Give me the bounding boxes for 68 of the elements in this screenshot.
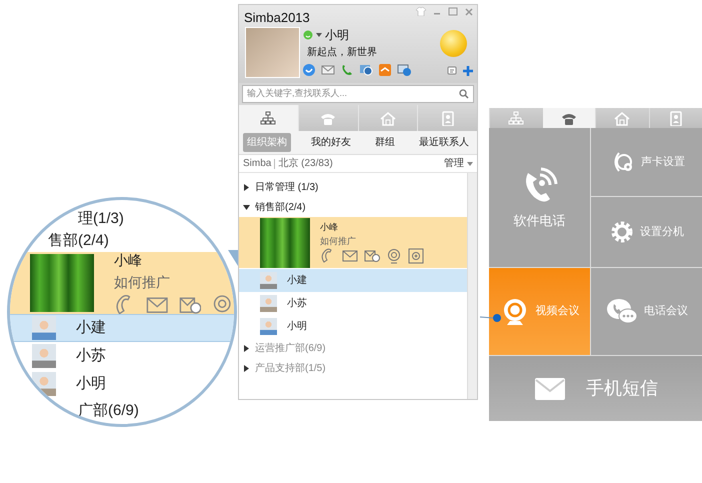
search-icon	[459, 89, 469, 99]
smiley-icon	[303, 30, 313, 40]
person-avatar-icon	[32, 372, 56, 396]
contact-card[interactable]: 小峰 如何推广	[10, 252, 234, 314]
pointer-icon	[228, 250, 238, 266]
expanded-caret-icon[interactable]	[243, 204, 250, 210]
tree-group[interactable]: 广部(6/9)	[78, 400, 139, 422]
contact-name: 小峰	[114, 250, 142, 270]
connector-line	[480, 316, 494, 318]
company-name: Simba	[243, 157, 272, 171]
search-placeholder: 输入关键字,查找联系人...	[247, 87, 348, 100]
envelope-icon[interactable]	[321, 63, 335, 77]
sub-tab[interactable]: 最近联系人	[415, 133, 473, 152]
caret-icon	[467, 162, 473, 166]
maximize-icon[interactable]	[448, 7, 458, 16]
location-count: 北京 (23/83)	[278, 156, 333, 171]
user-name: 小明	[325, 27, 349, 44]
connector-dot	[493, 314, 501, 322]
plus-icon[interactable]	[463, 66, 473, 76]
sub-tab[interactable]: 我的好友	[307, 133, 355, 152]
scrollbar[interactable]	[467, 173, 477, 399]
contact-name: 小峰	[320, 221, 339, 234]
tab[interactable]	[239, 105, 298, 131]
tree-group[interactable]: 理(1/3)	[78, 208, 124, 230]
tree-group[interactable]: 销售部(2/4)	[239, 197, 467, 217]
tree-group[interactable]: 运营推广部(6/9)	[239, 338, 467, 358]
photo-placeholder	[30, 254, 94, 312]
person-avatar-icon	[32, 316, 56, 340]
envelope-icon	[342, 248, 358, 264]
caret-icon[interactable]	[316, 33, 322, 37]
contact-status: 如何推广	[114, 272, 170, 292]
app-icon[interactable]	[378, 63, 392, 77]
person-avatar-icon	[32, 344, 56, 368]
contact-card[interactable]: 小峰 如何推广	[239, 217, 467, 269]
signature-text[interactable]: 新起点，新世界	[307, 45, 377, 60]
person-avatar-icon	[260, 295, 277, 312]
contact-row[interactable]: 小建	[239, 269, 467, 292]
tree-group[interactable]: 售部(2/4)	[48, 230, 109, 252]
org-chart-icon	[260, 110, 276, 126]
manage-button[interactable]: 管理	[444, 156, 473, 171]
tree-group[interactable]: 产品支持部(1/5)	[239, 358, 467, 378]
collapsed-caret-icon[interactable]	[243, 344, 250, 352]
house-icon	[614, 110, 630, 126]
sub-tab[interactable]: 群组	[371, 133, 399, 152]
person-avatar-icon	[260, 318, 277, 335]
collapsed-caret-icon[interactable]	[243, 364, 250, 372]
photo-placeholder	[260, 218, 310, 268]
phone-handset-icon[interactable]	[340, 63, 354, 77]
close-icon[interactable]	[464, 7, 474, 16]
screen-zoom-icon	[408, 248, 424, 264]
contact-row[interactable]: 小建	[10, 314, 234, 342]
contact-card-icon	[668, 110, 684, 126]
person-avatar-icon	[260, 272, 277, 289]
shirt-icon[interactable]	[416, 7, 426, 16]
contact-status: 如何推广	[320, 234, 357, 248]
contact-card-icon	[440, 110, 456, 126]
window-title: Simba2013	[244, 9, 310, 27]
chat-bubble-icon[interactable]	[302, 63, 316, 77]
tree-group[interactable]: 日常管理 (1/3)	[239, 177, 467, 197]
org-chart-icon	[508, 110, 524, 126]
collapsed-caret-icon[interactable]	[243, 184, 250, 190]
avatar-photo-placeholder[interactable]	[245, 27, 300, 78]
message-icon[interactable]	[447, 66, 457, 76]
sun-orb-icon[interactable]	[440, 30, 467, 57]
tab[interactable]	[542, 108, 595, 128]
search-field[interactable]: 输入关键字,查找联系人...	[242, 85, 474, 103]
house-icon	[380, 110, 396, 126]
gear-icon	[610, 220, 634, 244]
